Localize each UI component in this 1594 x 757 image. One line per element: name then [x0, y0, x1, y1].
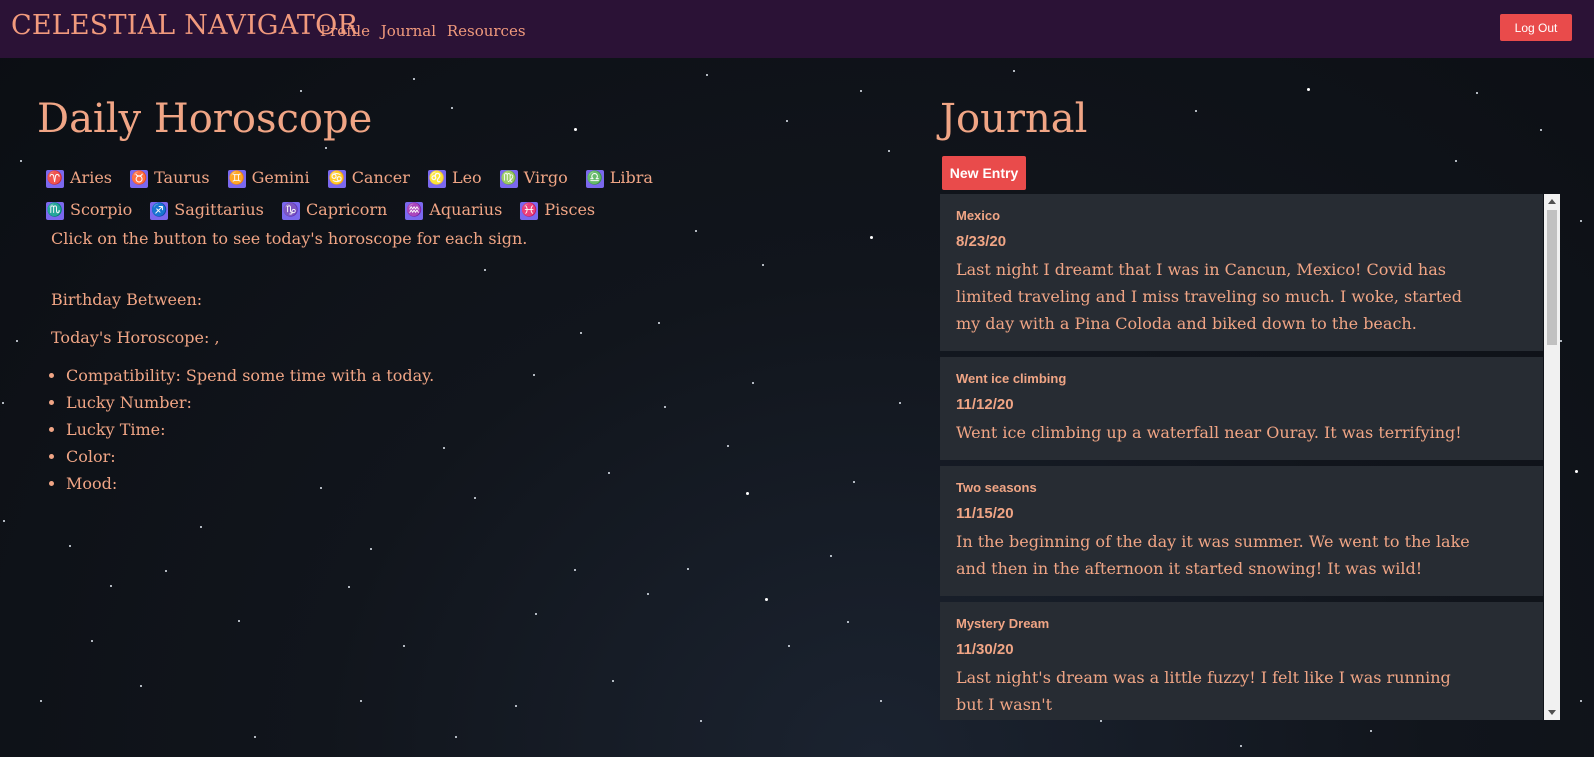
horoscope-panel: Daily Horoscope ♈ Aries ♉ Taurus ♊ Gemini ♋… [37, 96, 797, 501]
entry-list-scrollbar[interactable] [1544, 194, 1560, 720]
scroll-up-arrow-icon[interactable] [1548, 199, 1556, 204]
journal-entry[interactable]: Went ice climbing 11/12/20 Went ice clim… [940, 357, 1543, 460]
sign-label: Cancer [351, 168, 410, 187]
top-navbar: CELESTIAL NAVIGATOR Profile Journal Reso… [0, 0, 1594, 58]
sign-button-taurus[interactable]: ♉ Taurus [130, 168, 210, 200]
sign-button-leo[interactable]: ♌ Leo [427, 168, 482, 200]
lucky-number-item: Lucky Number: [66, 393, 797, 420]
horoscope-details: Compatibility: Spend some time with a to… [37, 366, 797, 501]
horoscope-title: Daily Horoscope [37, 96, 373, 142]
scroll-down-arrow-icon[interactable] [1548, 710, 1556, 715]
sign-button-aries[interactable]: ♈ Aries [46, 168, 112, 200]
entry-body: Last night I dreamt that I was in Cancun… [956, 260, 1462, 333]
libra-icon: ♎ [585, 170, 604, 188]
nav-link-profile[interactable]: Profile [320, 22, 370, 40]
entry-date: 11/12/20 [956, 396, 1014, 413]
compatibility-item: Compatibility: Spend some time with a to… [66, 366, 797, 393]
mood-item: Mood: [66, 474, 797, 501]
entry-body: Last night's dream was a little fuzzy! I… [956, 668, 1451, 714]
logout-button[interactable]: Log Out [1500, 14, 1572, 41]
sign-button-gemini[interactable]: ♊ Gemini [227, 168, 310, 200]
sign-label: Sagittarius [174, 200, 264, 219]
gemini-icon: ♊ [227, 170, 246, 188]
sign-label: Aquarius [429, 200, 503, 219]
aquarius-icon: ♒ [405, 202, 424, 220]
taurus-icon: ♉ [130, 170, 149, 188]
sign-button-libra[interactable]: ♎ Libra [585, 168, 653, 200]
new-entry-button[interactable]: New Entry [942, 156, 1026, 190]
birthday-range: Birthday Between: [51, 290, 203, 309]
nav-links: Profile Journal Resources [320, 22, 532, 40]
journal-entry-list[interactable]: Mexico 8/23/20 Last night I dreamt that … [940, 194, 1560, 720]
entry-title: Mexico [956, 208, 1001, 223]
sign-label: Leo [451, 168, 482, 187]
entry-date: 11/15/20 [956, 505, 1014, 522]
sign-button-scorpio[interactable]: ♏ Scorpio [46, 200, 132, 232]
sign-label: Libra [609, 168, 653, 187]
entry-title: Two seasons [956, 480, 1037, 495]
nav-link-resources[interactable]: Resources [447, 22, 526, 40]
entry-body: Went ice climbing up a waterfall near Ou… [956, 423, 1462, 442]
nav-link-journal[interactable]: Journal [381, 22, 436, 40]
journal-entry[interactable]: Mexico 8/23/20 Last night I dreamt that … [940, 194, 1543, 351]
sign-label: Gemini [251, 168, 310, 187]
sign-label: Scorpio [70, 200, 133, 219]
todays-horoscope: Today's Horoscope: , [51, 328, 220, 347]
leo-icon: ♌ [427, 170, 446, 188]
capricorn-icon: ♑ [281, 202, 300, 220]
sign-button-virgo[interactable]: ♍ Virgo [499, 168, 568, 200]
color-item: Color: [66, 447, 797, 474]
sagittarius-icon: ♐ [150, 202, 169, 220]
journal-panel: Journal New Entry Mexico 8/23/20 Last ni… [940, 96, 1560, 720]
sign-button-aquarius[interactable]: ♒ Aquarius [405, 200, 502, 232]
aries-icon: ♈ [46, 170, 64, 188]
entry-title: Went ice climbing [956, 371, 1067, 386]
pisces-icon: ♓ [520, 202, 539, 220]
horoscope-hint: Click on the button to see today's horos… [51, 229, 528, 248]
sign-label: Virgo [523, 168, 568, 187]
journal-title: Journal [940, 96, 1088, 142]
entry-title: Mystery Dream [956, 616, 1050, 631]
entry-body: In the beginning of the day it was summe… [956, 532, 1470, 578]
journal-entry[interactable]: Mystery Dream 11/30/20 Last night's drea… [940, 602, 1543, 720]
virgo-icon: ♍ [499, 170, 518, 188]
sign-button-cancer[interactable]: ♋ Cancer [327, 168, 410, 200]
brand-title[interactable]: CELESTIAL NAVIGATOR [11, 10, 358, 41]
sign-label: Taurus [154, 168, 210, 187]
cancer-icon: ♋ [327, 170, 346, 188]
zodiac-sign-list: ♈ Aries ♉ Taurus ♊ Gemini ♋ Cancer ♌ Leo ♍ Vir… [46, 168, 736, 232]
sign-button-capricorn[interactable]: ♑ Capricorn [281, 200, 388, 232]
entry-date: 11/30/20 [956, 641, 1014, 658]
entry-date: 8/23/20 [956, 233, 1007, 250]
sign-button-pisces[interactable]: ♓ Pisces [520, 200, 595, 232]
scrollbar-thumb[interactable] [1547, 210, 1557, 345]
journal-entry[interactable]: Two seasons 11/15/20 In the beginning of… [940, 466, 1543, 596]
sign-label: Capricorn [305, 200, 388, 219]
scorpio-icon: ♏ [46, 202, 64, 220]
sign-button-sagittarius[interactable]: ♐ Sagittarius [150, 200, 264, 232]
sign-label: Pisces [544, 200, 596, 219]
sign-label: Aries [70, 168, 112, 187]
lucky-time-item: Lucky Time: [66, 420, 797, 447]
